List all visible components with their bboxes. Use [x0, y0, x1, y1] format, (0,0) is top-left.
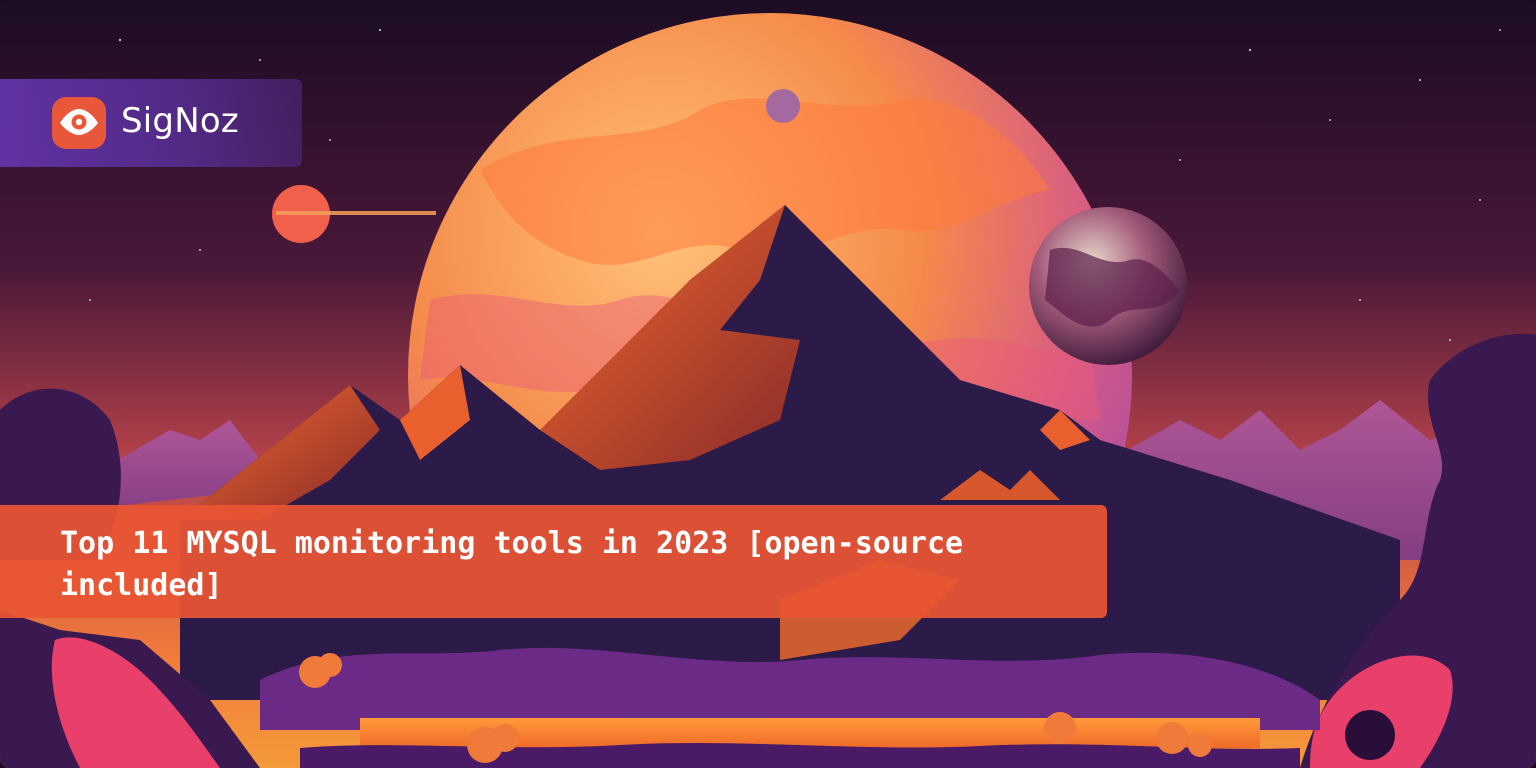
blog-cover-card: SigNoz Top 11 MYSQL monitoring tools in …: [0, 0, 1536, 768]
title-banner: Top 11 MYSQL monitoring tools in 2023 [o…: [0, 505, 1107, 618]
signoz-logo: [52, 97, 106, 149]
brand-bar: SigNoz: [0, 79, 302, 167]
eye-icon: [60, 109, 98, 135]
brand-name: SigNoz: [121, 101, 239, 141]
article-title: Top 11 MYSQL monitoring tools in 2023 [o…: [60, 526, 964, 603]
